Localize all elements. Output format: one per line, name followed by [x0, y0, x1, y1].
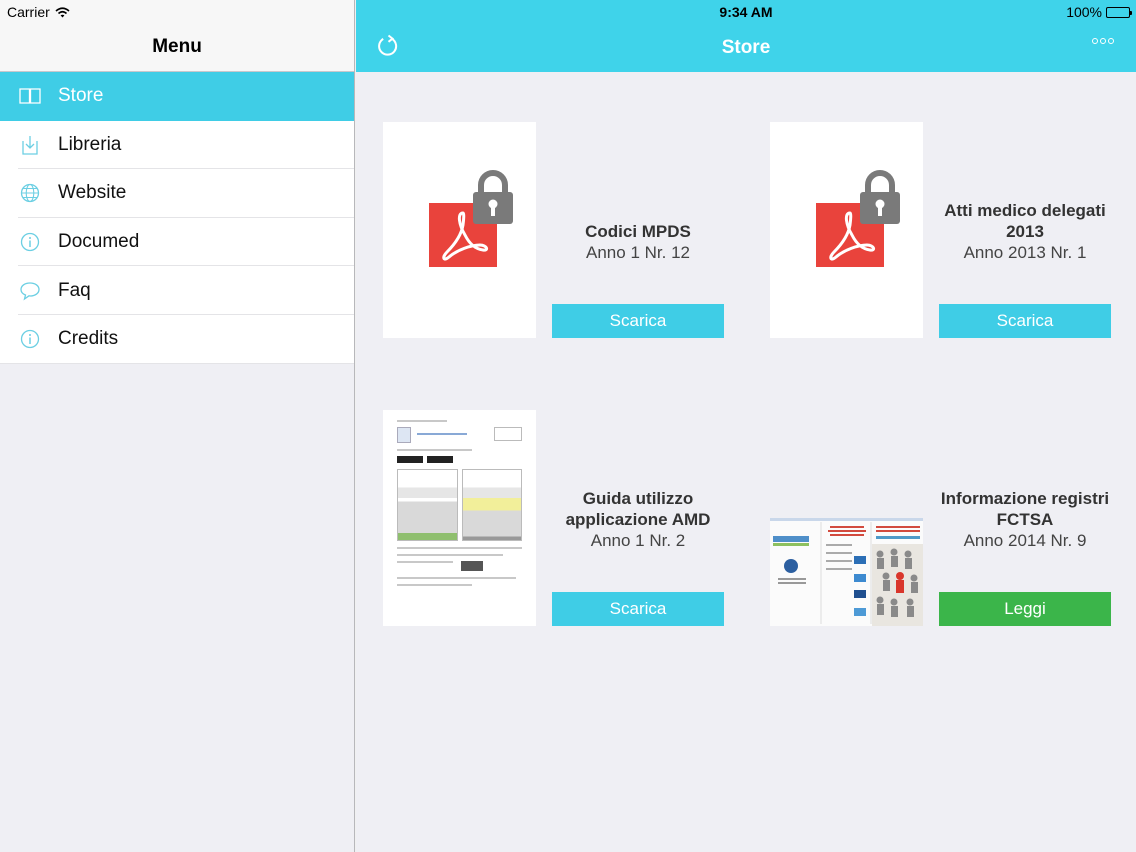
- book-icon: [19, 85, 41, 107]
- item-title: Guida utilizzo applicazione AMD: [565, 489, 711, 529]
- item-cover[interactable]: [770, 122, 923, 338]
- document-thumbnail: [383, 410, 536, 626]
- status-time: 9:34 AM: [719, 4, 773, 20]
- status-battery: 100%: [1066, 4, 1132, 20]
- item-cover[interactable]: [383, 410, 536, 626]
- battery-icon: [1106, 6, 1132, 18]
- download-icon: [19, 134, 41, 156]
- main-content: 9:34 AM 100% Store Codici MPDS Anno 1 Nr: [356, 0, 1136, 852]
- item-subtitle: Anno 1 Nr. 12: [586, 243, 690, 262]
- speech-bubble-icon: [19, 280, 41, 302]
- store-item: Atti medico delegati 2013 Anno 2013 Nr. …: [770, 122, 1111, 338]
- sidebar-item-documed[interactable]: Documed: [0, 218, 354, 267]
- carrier-label: Carrier: [7, 4, 50, 20]
- sidebar-title: Menu: [152, 36, 202, 57]
- sidebar-item-label: Store: [58, 85, 104, 107]
- sidebar-item-label: Libreria: [58, 133, 122, 155]
- item-cover[interactable]: [770, 410, 923, 626]
- wifi-icon: [55, 6, 70, 17]
- more-icon: [1100, 38, 1106, 44]
- more-button[interactable]: [1092, 38, 1114, 44]
- navigation-bar: 9:34 AM 100% Store: [356, 0, 1136, 72]
- page-title: Store: [721, 37, 771, 58]
- store-item: Informazione registri FCTSA Anno 2014 Nr…: [770, 410, 1111, 626]
- sidebar-item-faq[interactable]: Faq: [0, 266, 354, 315]
- sidebar-menu: Store Libreria Website Documed Faq Credi…: [0, 72, 354, 364]
- download-button[interactable]: Scarica: [552, 304, 724, 338]
- sidebar-header: Carrier Menu: [0, 0, 354, 72]
- sidebar-item-credits[interactable]: Credits: [0, 315, 354, 364]
- status-carrier: Carrier: [7, 4, 70, 20]
- read-button[interactable]: Leggi: [939, 592, 1111, 626]
- more-icon: [1092, 38, 1098, 44]
- more-icon: [1108, 38, 1114, 44]
- store-item: Codici MPDS Anno 1 Nr. 12 Scarica: [383, 122, 724, 338]
- info-icon: [19, 328, 41, 350]
- download-button[interactable]: Scarica: [552, 592, 724, 626]
- lock-icon: [858, 170, 902, 224]
- download-button[interactable]: Scarica: [939, 304, 1111, 338]
- item-cover[interactable]: [383, 122, 536, 338]
- battery-percent: 100%: [1066, 4, 1102, 20]
- item-subtitle: Anno 2013 Nr. 1: [963, 243, 1087, 262]
- globe-icon: [19, 182, 41, 204]
- sidebar: Carrier Menu Store Libreria Website Docu…: [0, 0, 355, 852]
- sidebar-item-website[interactable]: Website: [0, 169, 354, 218]
- sidebar-item-label: Faq: [58, 279, 91, 301]
- item-title: Codici MPDS: [585, 222, 691, 241]
- item-title: Informazione registri FCTSA: [940, 489, 1110, 529]
- item-title: Atti medico delegati 2013: [944, 201, 1106, 241]
- sidebar-item-label: Credits: [58, 328, 119, 350]
- store-item: Guida utilizzo applicazione AMD Anno 1 N…: [383, 410, 724, 626]
- sidebar-item-label: Documed: [58, 231, 140, 253]
- lock-icon: [471, 170, 515, 224]
- sidebar-item-store[interactable]: Store: [0, 72, 354, 121]
- sidebar-item-label: Website: [58, 182, 127, 204]
- sidebar-item-libreria[interactable]: Libreria: [0, 121, 354, 170]
- item-subtitle: Anno 1 Nr. 2: [590, 531, 686, 550]
- brochure-thumbnail: [770, 518, 923, 626]
- info-icon: [19, 231, 41, 253]
- item-subtitle: Anno 2014 Nr. 9: [963, 531, 1087, 550]
